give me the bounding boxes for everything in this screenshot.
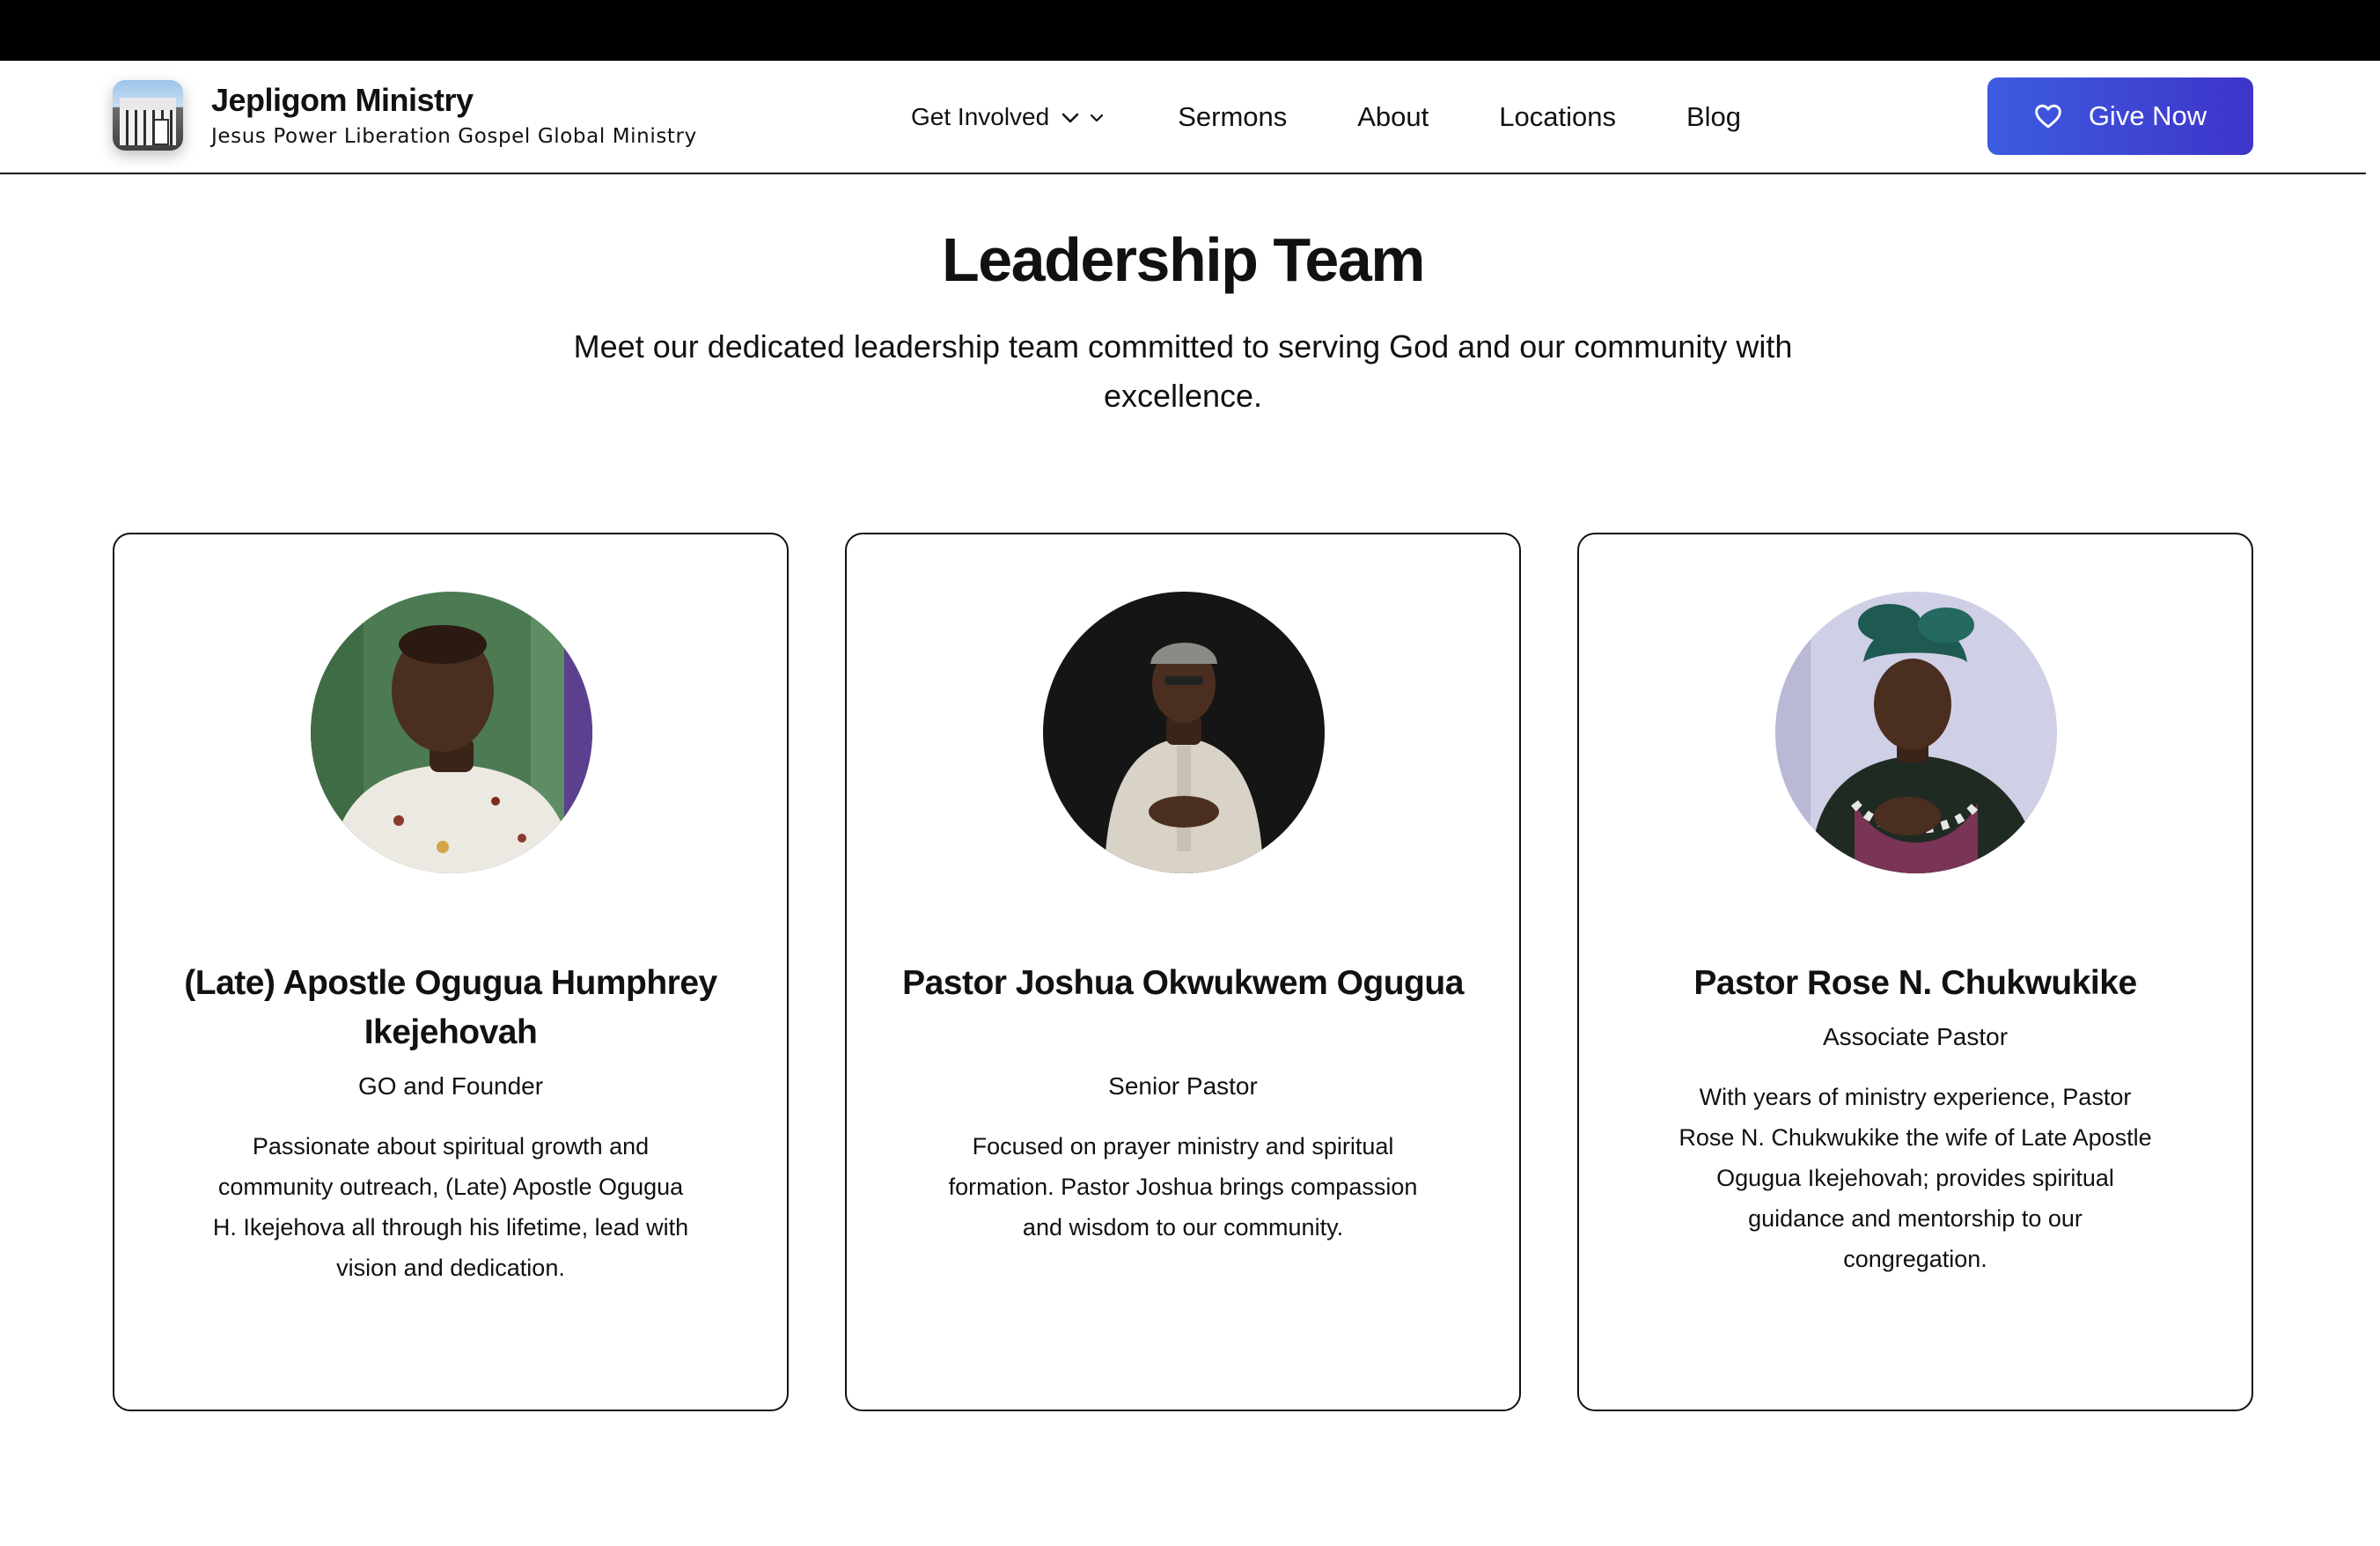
leader-description: With years of ministry experience, Pasto… xyxy=(1678,1084,2152,1272)
give-now-label: Give Now xyxy=(2088,100,2207,131)
leader-role: Senior Pastor xyxy=(1108,1072,1258,1100)
leader-name: Pastor Joshua Okwukwem Ogugua xyxy=(902,964,1464,1002)
site-header: Jepligom Ministry Jesus Power Liberation… xyxy=(0,61,2366,174)
avatar xyxy=(1775,592,2057,873)
top-black-strip xyxy=(0,0,2380,61)
avatar xyxy=(311,592,592,873)
leader-description: Focused on prayer ministry and spiritual… xyxy=(948,1133,1418,1240)
leader-card: Pastor Rose N. Chukwukike Associate Past… xyxy=(1577,533,2253,1411)
nav-blog[interactable]: Blog xyxy=(1686,101,1741,133)
nav-sermons[interactable]: Sermons xyxy=(1178,101,1287,133)
leader-name: (Late) Apostle Ogugua Humphrey Ikejehova… xyxy=(184,964,717,1051)
brand-name: Jepligom Ministry xyxy=(211,82,474,118)
heart-icon xyxy=(2034,103,2062,129)
brand-tagline: Jesus Power Liberation Gospel Global Min… xyxy=(211,125,697,148)
nav-get-involved-label: Get Involved xyxy=(911,102,1050,130)
avatar xyxy=(1043,592,1325,873)
chevron-down-icon xyxy=(1061,103,1079,130)
brand[interactable]: Jepligom Ministry Jesus Power Liberation… xyxy=(113,80,697,151)
church-logo xyxy=(113,80,183,151)
leader-role: GO and Founder xyxy=(357,1072,544,1100)
chevron-down-icon xyxy=(1090,106,1104,129)
leader-card: Pastor Joshua Okwukwem Ogugua Senior Pas… xyxy=(845,533,1521,1411)
section-subtitle: Meet our dedicated leadership team commi… xyxy=(573,328,1793,414)
leader-description: Passionate about spiritual growth and co… xyxy=(212,1133,689,1281)
brand-text: Jepligom Ministry Jesus Power Liberation… xyxy=(211,81,697,150)
leader-role: Associate Pastor xyxy=(1822,1023,2009,1050)
nav-get-involved[interactable]: Get Involved xyxy=(911,103,1104,131)
give-now-button[interactable]: Give Now xyxy=(1987,77,2253,155)
leader-card: (Late) Apostle Ogugua Humphrey Ikejehova… xyxy=(113,533,789,1411)
leader-name: Pastor Rose N. Chukwukike xyxy=(1693,964,2137,1002)
nav-about[interactable]: About xyxy=(1357,101,1429,133)
nav-locations[interactable]: Locations xyxy=(1499,101,1616,133)
main-nav: Get Involved Sermons About Locations Blo… xyxy=(911,61,1741,173)
section-title: Leadership Team xyxy=(941,225,1426,294)
